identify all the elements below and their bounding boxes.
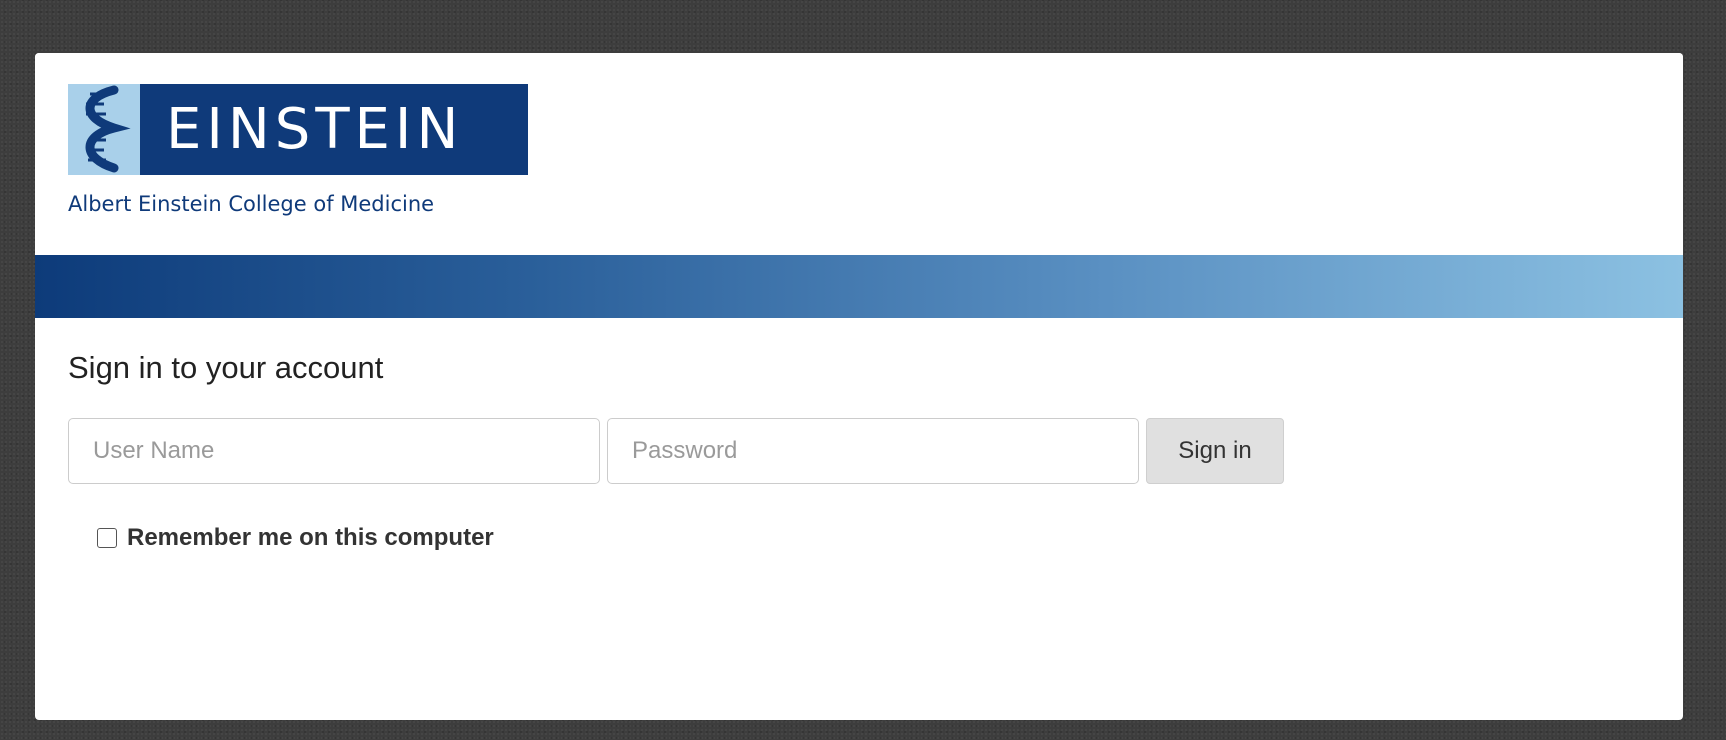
password-input[interactable] [607,418,1139,484]
header: EINSTEIN Albert Einstein College of Medi… [35,53,1683,255]
sign-in-button[interactable]: Sign in [1146,418,1284,484]
dna-helix-icon [68,84,140,175]
page-title: Sign in to your account [68,350,384,385]
logo-wordmark: EINSTEIN [166,96,464,162]
username-input[interactable] [68,418,600,484]
logo-subtitle: Albert Einstein College of Medicine [68,192,435,216]
remember-me-label[interactable]: Remember me on this computer [127,524,494,552]
login-card: EINSTEIN Albert Einstein College of Medi… [35,53,1683,720]
gradient-banner [35,255,1683,318]
einstein-logo: EINSTEIN Albert Einstein College of Medi… [68,84,528,224]
remember-me-row[interactable]: Remember me on this computer [97,524,494,552]
logo-wordmark-box: EINSTEIN [140,84,528,175]
remember-me-checkbox[interactable] [97,528,117,548]
